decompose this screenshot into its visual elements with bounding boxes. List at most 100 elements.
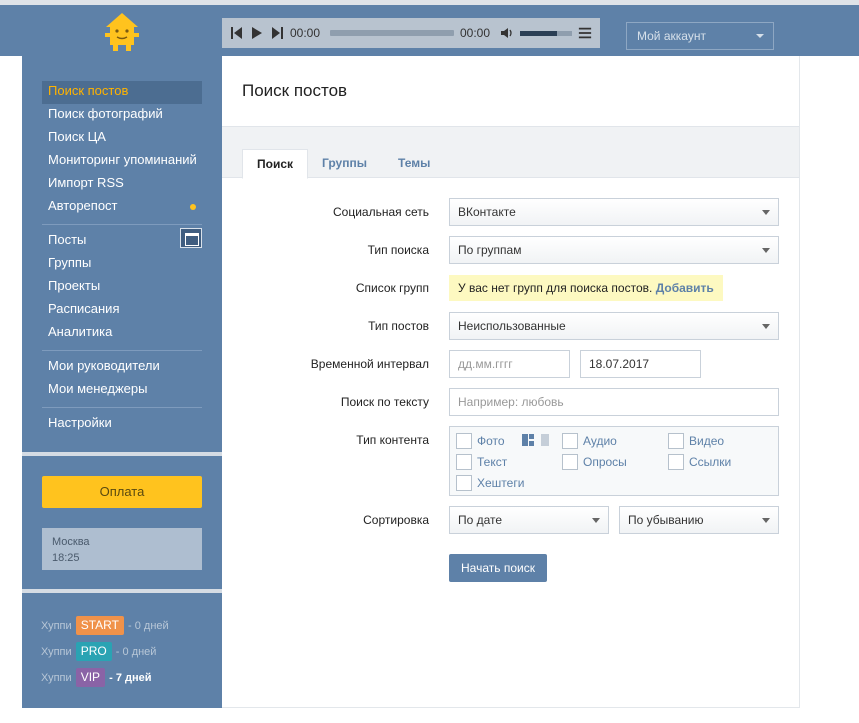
sidebar-item-label: Расписания [48, 301, 120, 316]
checkbox-text[interactable]: Текст [456, 453, 507, 471]
sidebar-item[interactable]: Поиск фотографий [42, 104, 202, 127]
clock-widget: Москва 18:25 [42, 528, 202, 570]
tab-groups[interactable]: Группы [308, 149, 381, 179]
group-list-label: Список групп [355, 281, 429, 295]
volume-slider[interactable] [520, 30, 572, 36]
total-time: 00:00 [460, 26, 491, 40]
plan-prefix: Хуппи [41, 620, 72, 632]
audio-player: 00:00 00:00 [222, 18, 600, 48]
search-type-select[interactable]: По группам [449, 236, 779, 264]
sidebar-item[interactable]: Проекты [42, 276, 202, 299]
checkbox-hashtags[interactable]: Хештеги [456, 474, 524, 492]
sidebar-item[interactable]: Настройки [42, 413, 202, 436]
sidebar-item[interactable]: Группы [42, 253, 202, 276]
sidebar-item-label: Мои менеджеры [48, 381, 148, 396]
sidebar-item[interactable]: Расписания [42, 299, 202, 322]
text-search-label: Поиск по тексту [340, 395, 429, 409]
sidebar-nav: Поиск постов Поиск фотографий Поиск ЦА Мони… [42, 81, 202, 436]
sidebar-item-label: Группы [48, 255, 92, 270]
plan-row: Хуппи PRO - 0 дней [41, 642, 221, 668]
volume-fill [520, 30, 558, 36]
sidebar-item-label: Авторепост [48, 198, 118, 213]
start-search-button[interactable]: Начать поиск [449, 554, 547, 582]
sidebar-item[interactable]: Аналитика [42, 322, 202, 345]
window-icon[interactable] [180, 228, 202, 248]
checkbox-audio[interactable]: Аудио [562, 432, 617, 450]
sidebar-item-label: Проекты [48, 278, 101, 293]
sidebar-item[interactable]: Мои руководители [42, 356, 202, 379]
sidebar-item[interactable]: Посты [42, 228, 202, 253]
skip-forward-icon[interactable] [270, 26, 284, 40]
sidebar-item-label: Поиск постов [48, 83, 129, 98]
play-icon[interactable] [250, 26, 264, 40]
text-search-input[interactable]: Например: любовь [449, 388, 779, 416]
top-bar: 00:00 00:00 Мой аккаунт [0, 0, 859, 56]
plan-badge[interactable]: PRO [75, 642, 112, 661]
main-panel: Поиск постов Поиск Группы Темы Социальна… [222, 56, 800, 708]
sidebar-divider [22, 589, 222, 593]
account-dropdown[interactable]: Мой аккаунт [626, 22, 774, 50]
search-type-label: Тип поиска [367, 243, 429, 257]
account-label: Мой аккаунт [637, 29, 706, 43]
nav-separator [42, 350, 202, 351]
plan-days: - 0 дней [128, 620, 169, 632]
checkbox-polls[interactable]: Опросы [562, 453, 627, 471]
plan-list: Хуппи START - 0 дней Хуппи PRO - 0 дней Ху… [41, 616, 221, 694]
pay-button[interactable]: Оплата [42, 476, 202, 508]
interval-label: Временной интервал [310, 357, 429, 371]
skip-back-icon[interactable] [230, 26, 244, 40]
sidebar-item[interactable]: Мониторинг упоминаний [42, 150, 202, 173]
network-select[interactable]: ВКонтакте [449, 198, 779, 226]
post-type-select[interactable]: Неиспользованные [449, 312, 779, 340]
sidebar-divider [22, 452, 222, 456]
content-type-box: Фото Аудио Видео Текст Опросы Ссылки Хеш… [449, 426, 779, 496]
sort-order-select[interactable]: По убыванию [619, 506, 779, 534]
sort-by-select[interactable]: По дате [449, 506, 609, 534]
checkbox-video[interactable]: Видео [668, 432, 724, 450]
plan-prefix: Хуппи [41, 672, 72, 684]
sidebar-item-label: Посты [48, 232, 87, 247]
post-type-label: Тип постов [368, 319, 429, 333]
speaker-icon[interactable] [500, 26, 514, 40]
plan-days: - 7 дней [109, 672, 152, 684]
notification-dot-icon [190, 204, 196, 210]
tab-bar: Поиск Группы Темы [222, 126, 799, 179]
sidebar-item-label: Настройки [48, 415, 112, 430]
sidebar-item-label: Аналитика [48, 324, 113, 339]
notice-text: У вас нет групп для поиска постов. [458, 281, 653, 295]
sidebar-item[interactable]: Импорт RSS [42, 173, 202, 196]
checkbox-links[interactable]: Ссылки [668, 453, 731, 471]
group-list-notice: У вас нет групп для поиска постов. Добав… [449, 275, 723, 301]
sidebar-item-label: Поиск ЦА [48, 129, 106, 144]
clock-city: Москва [52, 536, 90, 548]
network-label: Социальная сеть [333, 205, 429, 219]
sidebar-item[interactable]: Авторепост [42, 196, 202, 219]
add-group-link[interactable]: Добавить [656, 281, 714, 295]
photo-grid-icon[interactable] [522, 434, 549, 446]
sidebar-item[interactable]: Поиск постов [42, 81, 202, 104]
sidebar-item-label: Мониторинг упоминаний [48, 152, 197, 167]
date-to-input[interactable]: 18.07.2017 [580, 350, 701, 378]
chevron-down-icon [756, 34, 764, 38]
tab-topics[interactable]: Темы [384, 149, 444, 179]
sidebar-item-label: Поиск фотографий [48, 106, 163, 121]
plan-row: Хуппи START - 0 дней [41, 616, 221, 642]
plan-prefix: Хуппи [41, 646, 72, 658]
plan-badge[interactable]: START [75, 616, 124, 635]
sidebar-item[interactable]: Поиск ЦА [42, 127, 202, 150]
page-title: Поиск постов [242, 81, 348, 100]
playlist-icon[interactable] [578, 26, 592, 40]
plan-days: - 0 дней [115, 646, 157, 658]
nav-separator [42, 407, 202, 408]
plan-badge[interactable]: VIP [75, 668, 106, 687]
seek-bar[interactable] [330, 30, 454, 36]
checkbox-photo[interactable]: Фото [456, 432, 505, 450]
sidebar-item[interactable]: Мои менеджеры [42, 379, 202, 402]
plan-row: Хуппи VIP - 7 дней [41, 668, 221, 694]
tab-search[interactable]: Поиск [242, 149, 309, 179]
date-from-input[interactable]: дд.мм.гггг [449, 350, 570, 378]
sidebar-item-label: Мои руководители [48, 358, 160, 373]
house-mascot-icon[interactable] [100, 11, 144, 53]
sidebar: Поиск постов Поиск фотографий Поиск ЦА Мони… [22, 56, 222, 708]
clock-time: 18:25 [52, 552, 80, 564]
